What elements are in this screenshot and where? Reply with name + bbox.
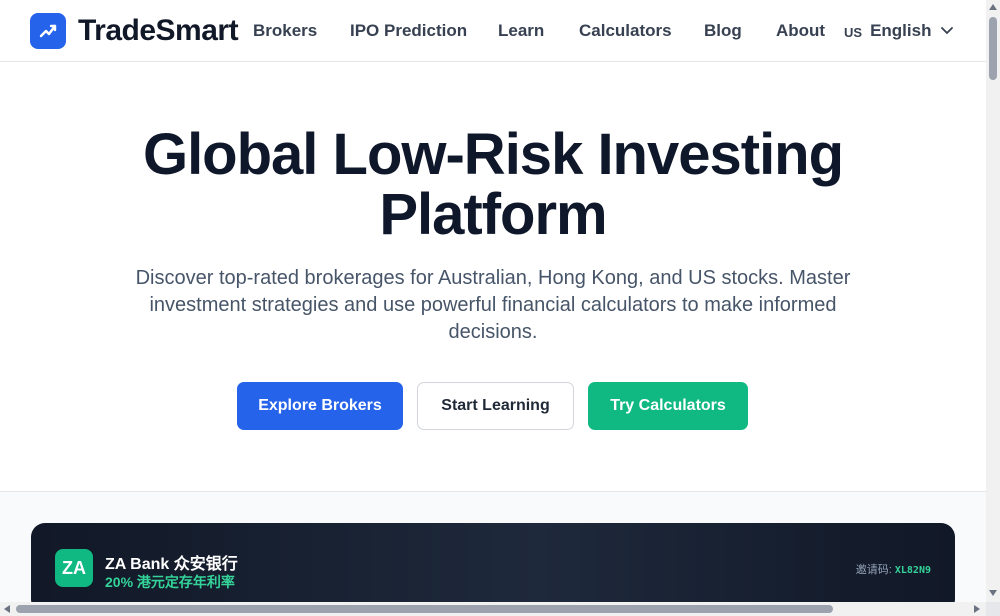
brand-name: TradeSmart [78,14,239,47]
nav-blog[interactable]: Blog [704,21,742,41]
scroll-left-arrow-icon[interactable] [4,605,10,613]
scroll-right-arrow-icon[interactable] [974,605,980,613]
za-bank-logo: ZA [55,549,93,587]
vertical-scroll-thumb[interactable] [989,17,997,80]
hero-title-line-2: Platform [379,182,607,247]
promo-offer: 20% 港元定存年利率 [105,574,235,590]
page-viewport: TradeSmart Brokers IPO Prediction Learn … [0,0,986,602]
hero-title-line-1: Global Low-Risk Investing [142,122,844,187]
language-label: English [870,21,932,40]
chevron-down-icon [941,27,954,35]
brand-logo[interactable]: TradeSmart [30,13,239,49]
invite-code-value[interactable]: XL82N9 [895,565,931,576]
promo-invite-code: 邀请码: XL82N9 [856,561,931,577]
hero-subtitle: Discover top-rated brokerages for Austra… [135,267,851,343]
za-bank-promo-card[interactable]: ZA ZA Bank 众安银行 20% 港元定存年利率 邀请码: XL82N9 [31,523,955,602]
invite-code-label: 邀请码: [855,564,892,576]
language-selector[interactable]: US English [844,21,954,41]
nav-learn[interactable]: Learn [498,21,544,41]
language-code: US [844,25,863,40]
nav-ipo-prediction[interactable]: IPO Prediction [350,21,467,41]
hero-title: Global Low-Risk Investing Platform [0,125,986,245]
promo-section: ZA ZA Bank 众安银行 20% 港元定存年利率 邀请码: XL82N9 [0,491,986,602]
vertical-scrollbar[interactable] [986,0,1000,602]
scroll-down-arrow-icon[interactable] [989,590,997,596]
nav-brokers[interactable]: Brokers [253,21,317,41]
scroll-up-arrow-icon[interactable] [989,4,997,10]
explore-brokers-button[interactable]: Explore Brokers [237,382,403,430]
hero-section: Global Low-Risk Investing Platform Disco… [0,63,986,491]
start-learning-button[interactable]: Start Learning [417,382,574,430]
horizontal-scroll-thumb[interactable] [16,605,833,613]
chart-trend-icon [30,13,66,49]
nav-calculators[interactable]: Calculators [579,21,672,41]
nav-about[interactable]: About [776,21,825,41]
try-calculators-button[interactable]: Try Calculators [588,382,748,430]
scrollbar-corner [986,602,1000,616]
promo-bank-name: ZA Bank 众安银行 [105,556,238,573]
horizontal-scrollbar[interactable] [0,602,986,616]
site-header: TradeSmart Brokers IPO Prediction Learn … [0,0,986,62]
